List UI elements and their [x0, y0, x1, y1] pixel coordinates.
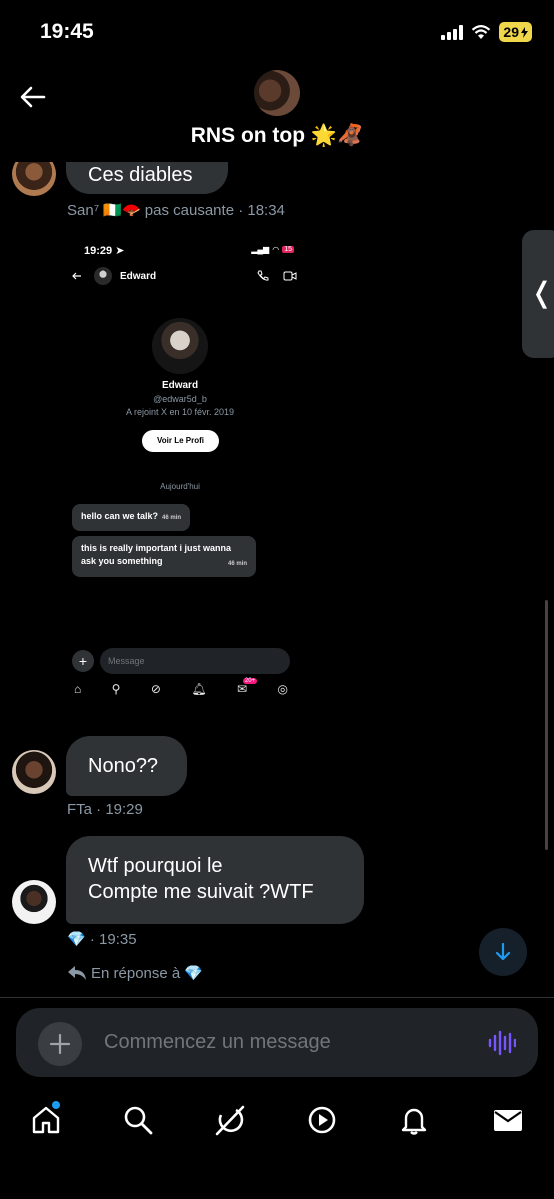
status-icons: 29 — [441, 22, 532, 42]
shot-avatar — [94, 267, 112, 285]
message-text: Ces diables — [88, 164, 193, 186]
shot-joined: A rejoint X en 10 févr. 2019 — [125, 407, 235, 417]
shot-home-icon: ⌂ — [74, 682, 82, 696]
message-meta: FTa · 19:29 — [67, 801, 143, 818]
video-icon[interactable] — [306, 1104, 338, 1136]
shot-spaces-icon: ◎ — [277, 682, 288, 696]
shot-video-icon — [283, 271, 297, 281]
voice-message-icon[interactable] — [488, 1030, 516, 1056]
shot-handle: @edwar5d_b — [153, 394, 207, 404]
arrow-down-icon — [495, 942, 511, 961]
shot-day-label: Aujourd'hui — [160, 482, 200, 491]
bottom-navigation — [0, 1088, 554, 1199]
conversation-title[interactable]: RNS on top 🌟🦧 — [0, 124, 554, 148]
shot-badge: 20+ — [242, 678, 258, 684]
mail-icon[interactable] — [492, 1104, 524, 1136]
grok-icon[interactable] — [214, 1104, 246, 1136]
battery-icon: 29 — [499, 22, 532, 42]
shot-grok-icon: ⊘ — [150, 682, 161, 696]
message-bubble[interactable]: Ces diables — [66, 162, 228, 194]
search-icon[interactable] — [122, 1104, 154, 1136]
message-list[interactable]: Ces diables San⁷ 🇨🇮🪭 pas causante · 18:3… — [0, 162, 554, 997]
back-arrow-icon[interactable] — [18, 82, 48, 112]
group-avatar[interactable] — [254, 70, 300, 116]
shot-plus-icon: + — [72, 650, 94, 672]
avatar[interactable] — [12, 880, 56, 924]
add-attachment-button[interactable] — [38, 1022, 82, 1066]
shot-back-icon — [72, 272, 81, 280]
message-meta: San⁷ 🇨🇮🪭 pas causante · 18:34 — [67, 202, 285, 219]
shot-status-icons: ▂▄▆ ◠ 15 — [251, 245, 294, 254]
scroll-to-bottom-button[interactable] — [479, 928, 527, 976]
shot-profile-photo — [152, 318, 208, 374]
divider — [0, 997, 554, 998]
status-bar: 19:45 29 — [0, 0, 554, 64]
shot-composer: + Message — [72, 648, 290, 674]
shot-message-input: Message — [100, 648, 290, 674]
message-text: Nono?? — [88, 755, 159, 777]
message-input[interactable]: Commencez un message — [104, 1031, 331, 1054]
wifi-icon — [472, 25, 491, 39]
avatar[interactable] — [12, 750, 56, 794]
bell-icon[interactable] — [398, 1104, 430, 1136]
message-text: Wtf pourquoi le Compte me suivait ?WTF — [88, 855, 314, 903]
signal-icon — [441, 24, 464, 40]
home-notification-dot — [52, 1101, 60, 1109]
shot-bell-icon: 🔔︎ — [191, 682, 207, 696]
reply-indicator: En réponse à 💎 — [67, 964, 203, 982]
avatar[interactable] — [12, 162, 56, 196]
status-time: 19:45 — [40, 20, 94, 43]
shot-profile-button: Voir Le Profi — [142, 430, 219, 452]
plus-icon — [49, 1033, 71, 1055]
message-bubble[interactable]: Wtf pourquoi le Compte me suivait ?WTF — [66, 836, 364, 924]
shot-search-icon: ⚲ — [111, 682, 121, 696]
shot-tab-bar: ⌂ ⚲ ⊘ 🔔︎ ✉ 20+ ◎ — [74, 678, 288, 696]
shot-phone-icon — [257, 270, 269, 281]
conversation-header: RNS on top 🌟🦧 — [0, 64, 554, 162]
chevron-left-icon: ❬ — [530, 277, 554, 308]
battery-level: 29 — [503, 24, 519, 40]
message-bubble[interactable]: Nono?? — [66, 736, 187, 796]
shot-bubble: hello can we talk? 46 min — [72, 504, 191, 531]
shot-time: 19:29 ➤ — [84, 245, 125, 257]
shared-screenshot[interactable]: 19:29 ➤ ▂▄▆ ◠ 15 Edward Edward @edwar5d_b … — [66, 238, 306, 716]
message-composer[interactable]: Commencez un message — [16, 1008, 538, 1077]
shot-conversation-header: Edward — [72, 266, 297, 286]
reply-icon — [68, 966, 86, 980]
side-panel-handle[interactable]: ❬ — [522, 230, 554, 358]
scrollbar[interactable] — [545, 600, 548, 850]
shot-profile-name: Edward — [161, 380, 199, 391]
message-meta: 💎 · 19:35 — [67, 931, 137, 948]
shot-contact-name: Edward — [120, 270, 157, 282]
shot-messages-icon: ✉ 20+ — [237, 678, 258, 696]
shot-bubble: this is really important i just wanna as… — [72, 536, 256, 577]
